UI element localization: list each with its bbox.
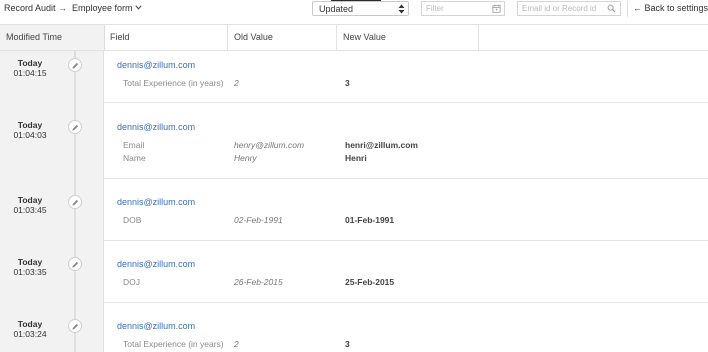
field-name: Name <box>123 153 146 163</box>
old-value: 02-Feb-1991 <box>234 215 283 225</box>
column-header-old-value: Old Value <box>227 25 336 50</box>
pencil-icon[interactable] <box>68 120 82 134</box>
back-to-settings-link[interactable]: ← Back to settings <box>633 3 708 13</box>
entry-user-link[interactable]: dennis@zillum.com <box>117 321 195 331</box>
entry-day: Today <box>17 257 43 267</box>
action-type-value: Updated <box>319 4 354 14</box>
new-value: 3 <box>345 339 350 349</box>
entry-day: Today <box>17 319 43 329</box>
entry-time: 01:03:24 <box>13 329 47 339</box>
field-name: Total Experience (in years) <box>123 78 224 88</box>
old-value: 2 <box>234 78 239 88</box>
table-header: Modified Time Field Old Value New Value <box>0 24 708 51</box>
filter-placeholder: Filter <box>426 4 444 13</box>
old-value: 26-Feb-2015 <box>234 277 283 287</box>
entry-day: Today <box>17 120 43 130</box>
search-placeholder: Email id or Record id <box>522 4 597 13</box>
record-search-input[interactable]: Email id or Record id <box>517 1 621 16</box>
entry-divider <box>104 178 708 179</box>
entry-user-link[interactable]: dennis@zillum.com <box>117 60 195 70</box>
breadcrumb-arrow: → <box>58 3 67 13</box>
field-name: DOB <box>123 215 142 225</box>
toolbar-divider <box>627 1 628 17</box>
old-value: Henry <box>234 153 257 163</box>
entry-divider <box>104 102 708 103</box>
entry-user-link[interactable]: dennis@zillum.com <box>117 122 195 132</box>
old-value: henry@zillum.com <box>234 140 305 150</box>
entry-day: Today <box>17 58 43 68</box>
entry-time: 01:04:15 <box>13 68 47 78</box>
breadcrumb-root[interactable]: Record Audit <box>4 3 56 13</box>
top-bar: Record Audit → Employee form Updated Fil… <box>0 0 708 18</box>
entry-time: 01:03:35 <box>13 267 47 277</box>
column-header-modified-time: Modified Time <box>0 25 104 50</box>
entry-day: Today <box>17 195 43 205</box>
new-value: 3 <box>345 78 350 88</box>
pencil-icon[interactable] <box>68 195 82 209</box>
new-value: 25-Feb-2015 <box>345 277 395 287</box>
new-value: 01-Feb-1991 <box>345 215 395 225</box>
entry-time: 01:03:45 <box>13 205 47 215</box>
breadcrumb-current-form[interactable]: Employee form <box>72 3 133 13</box>
chevron-down-icon[interactable] <box>134 3 143 12</box>
new-value: henri@zillum.com <box>345 140 418 150</box>
up-down-arrows-icon <box>398 4 405 14</box>
entry-user-link[interactable]: dennis@zillum.com <box>117 259 195 269</box>
entry-user-link[interactable]: dennis@zillum.com <box>117 197 195 207</box>
filter-date-input[interactable]: Filter <box>421 1 505 16</box>
search-icon[interactable] <box>607 4 616 13</box>
field-name: DOJ <box>123 277 140 287</box>
calendar-icon[interactable] <box>492 4 501 13</box>
column-header-spacer <box>478 25 708 50</box>
pencil-icon[interactable] <box>68 58 82 72</box>
field-name: Total Experience (in years) <box>123 339 224 349</box>
pencil-icon[interactable] <box>68 257 82 271</box>
field-name: Email <box>123 140 145 150</box>
column-header-new-value: New Value <box>336 25 478 50</box>
pencil-icon[interactable] <box>68 319 82 333</box>
action-type-select[interactable]: Updated <box>312 1 409 16</box>
entry-divider <box>104 240 708 241</box>
entry-time: 01:04:03 <box>13 130 47 140</box>
new-value: Henri <box>345 153 367 163</box>
entry-divider <box>104 302 708 303</box>
column-header-field: Field <box>104 25 227 50</box>
old-value: 2 <box>234 339 239 349</box>
